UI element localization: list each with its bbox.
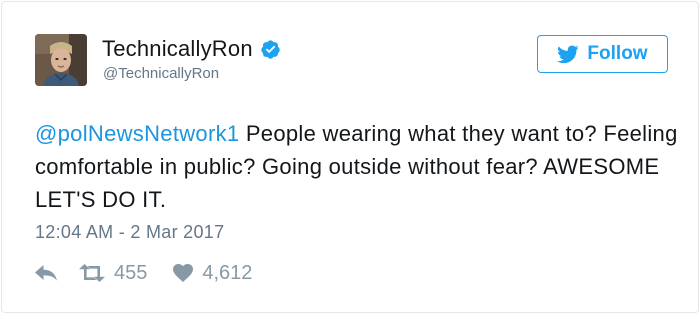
tweet-actions: 455 4,612 bbox=[35, 260, 252, 286]
retweet-count: 455 bbox=[114, 261, 148, 284]
verified-badge-icon bbox=[261, 39, 280, 59]
retweet-icon bbox=[79, 264, 105, 282]
follow-button[interactable]: Follow bbox=[537, 35, 668, 73]
reply-button[interactable] bbox=[35, 264, 57, 282]
follow-button-label: Follow bbox=[587, 43, 648, 64]
retweet-button[interactable]: 455 bbox=[79, 262, 147, 285]
mention-link[interactable]: @polNewsNetwork1 bbox=[35, 121, 239, 146]
tweet-card: TechnicallyRon @TechnicallyRon Follow @p… bbox=[1, 1, 699, 313]
like-button[interactable]: 4,612 bbox=[173, 262, 252, 285]
avatar-image bbox=[35, 34, 87, 86]
reply-icon bbox=[35, 264, 57, 281]
display-name[interactable]: TechnicallyRon bbox=[102, 36, 253, 62]
twitter-bird-icon bbox=[557, 45, 580, 63]
tweet-timestamp[interactable]: 12:04 AM - 2 Mar 2017 bbox=[35, 222, 224, 243]
heart-icon bbox=[173, 264, 194, 282]
display-name-row: TechnicallyRon bbox=[102, 36, 281, 62]
like-count: 4,612 bbox=[202, 261, 253, 284]
user-handle[interactable]: @TechnicallyRon bbox=[103, 65, 219, 82]
tweet-text: @polNewsNetwork1 People wearing what the… bbox=[35, 117, 685, 216]
user-avatar[interactable] bbox=[35, 34, 87, 86]
